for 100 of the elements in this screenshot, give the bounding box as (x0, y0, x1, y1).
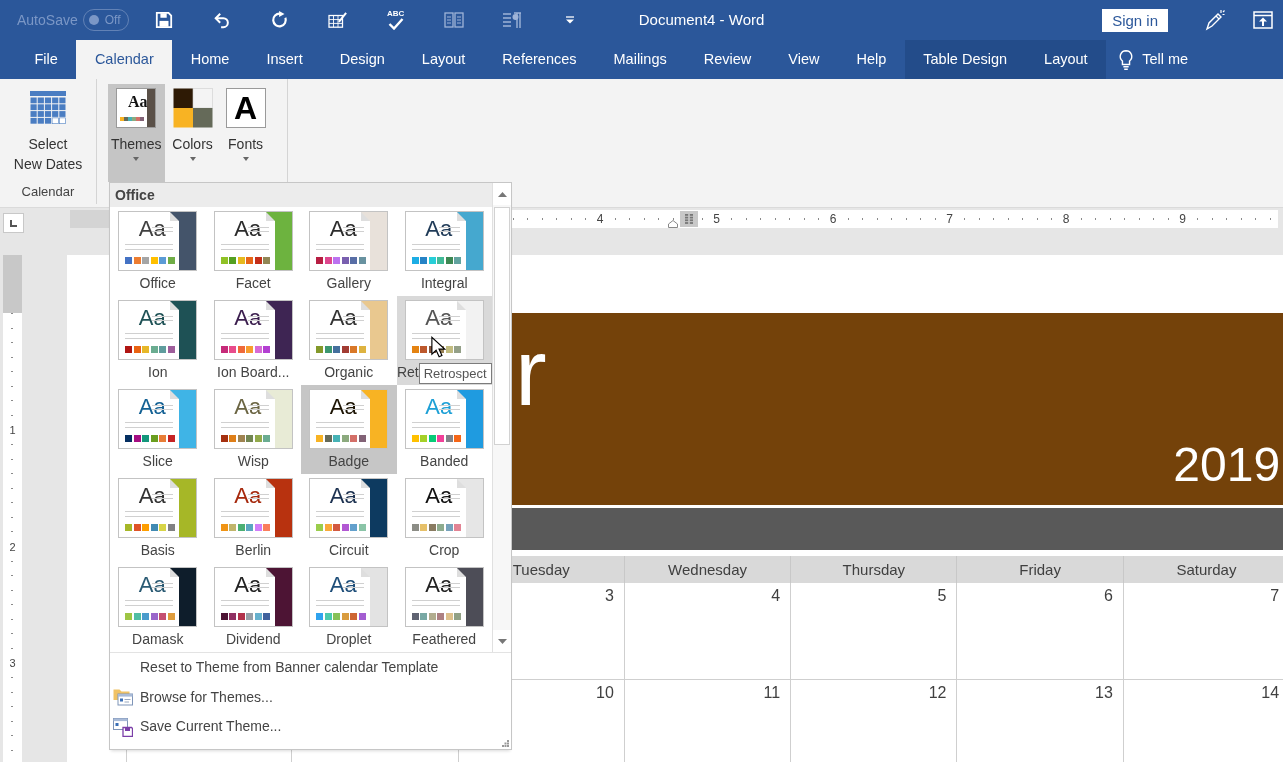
theme-option[interactable]: Aa Banded (396, 385, 492, 474)
ruler-number: 1 (9, 424, 16, 436)
theme-option[interactable]: Aa Office (110, 207, 206, 296)
theme-option[interactable]: Aa Basis (110, 474, 206, 563)
weekday-header: Friday (1019, 560, 1061, 579)
colors-button[interactable]: Colors (167, 84, 218, 182)
fonts-button[interactable]: A Fonts (220, 84, 271, 182)
sample-text: Aa (328, 573, 358, 597)
day-number: 4 (771, 586, 781, 606)
theme-option[interactable]: Aa Badge (301, 385, 397, 474)
sample-text: Aa (233, 306, 263, 330)
window-title: Document4 - Word (638, 9, 765, 30)
ribbon-tab[interactable]: References (483, 40, 595, 79)
theme-option[interactable]: Aa Crop (396, 474, 492, 563)
ribbon-tab[interactable]: Insert (247, 40, 322, 79)
pen-icon[interactable] (1205, 9, 1225, 31)
sample-text: Aa (137, 484, 167, 508)
menu-item[interactable]: Browse for Themes... (110, 682, 511, 712)
select-dates-button[interactable]: Select New Dates (10, 84, 86, 182)
theme-option[interactable]: Aa Gallery (301, 207, 397, 296)
scroll-up-button[interactable] (493, 183, 511, 205)
redo-icon (270, 11, 289, 29)
ruler-number: 3 (9, 657, 16, 669)
themes-button[interactable]: Aa Themes (108, 84, 165, 182)
caret-icon (564, 16, 575, 24)
autosave-label: AutoSave (17, 10, 78, 30)
side-by-side-pages-icon (443, 12, 464, 28)
sample-text: Aa (137, 217, 167, 241)
ribbon-tab[interactable]: Table Design (904, 40, 1026, 79)
theme-option[interactable]: Aa Circuit (301, 474, 397, 563)
theme-option[interactable]: Aa Wisp (205, 385, 301, 474)
save-icon (154, 11, 173, 29)
ribbon-tab[interactable]: Home (172, 40, 248, 79)
mouse-pointer-icon (430, 336, 446, 359)
ribbon-tab[interactable]: Layout (1025, 40, 1107, 79)
ribbon-tab[interactable]: View (769, 40, 838, 79)
theme-option[interactable]: Aa Dividend (205, 563, 301, 652)
theme-option[interactable]: Aa Droplet (301, 563, 397, 652)
weekday-header: Thursday (842, 560, 906, 579)
column-marker-icon (680, 211, 698, 227)
folder-icon (113, 687, 133, 708)
ribbon-tab[interactable]: File (16, 40, 77, 79)
up-arrow-icon (497, 191, 507, 197)
sample-text: Aa (328, 395, 358, 419)
spelling-check-button[interactable]: ABC (377, 4, 414, 36)
theme-option[interactable]: Aa Organic (301, 296, 397, 385)
sample-text: Aa (424, 306, 454, 330)
scrollbar-thumb[interactable] (494, 207, 510, 445)
sample-text: Aa (328, 306, 358, 330)
theme-option[interactable]: Aa Ion (110, 296, 206, 385)
paragraph-icon (501, 11, 522, 29)
sign-in-button[interactable]: Sign in (1102, 8, 1168, 32)
theme-option[interactable]: Aa Integral (396, 207, 492, 296)
ribbon-tab[interactable]: Mailings (595, 40, 686, 79)
ruler-number: 2 (9, 540, 16, 553)
day-number: 3 (605, 586, 614, 606)
sample-text: Aa (233, 484, 263, 508)
theme-option[interactable]: Aa Slice (110, 385, 206, 474)
menu-item[interactable]: Save Current Theme... (110, 712, 511, 742)
theme-option[interactable]: Aa Facet (205, 207, 301, 296)
sample-text: Aa (424, 395, 454, 419)
sample-text: Aa (233, 395, 263, 419)
sample-text: Aa (233, 573, 263, 597)
sample-text: Aa (233, 217, 263, 241)
day-number: 7 (1270, 586, 1280, 606)
day-number: 14 (1261, 683, 1280, 703)
font-preview: A (225, 88, 266, 128)
ribbon-tab[interactable]: Design (321, 40, 404, 79)
save-theme-icon (113, 716, 133, 737)
year-text: 2019 (1173, 441, 1281, 489)
theme-option[interactable]: Aa Ion Board... (205, 296, 301, 385)
undo-icon (212, 11, 231, 29)
menu-item[interactable]: Reset to Theme from Banner calendar Template (110, 653, 511, 683)
ribbon-tab[interactable]: Help (837, 40, 905, 79)
day-number: 6 (1103, 586, 1113, 606)
section-header: Office (110, 183, 492, 207)
day-number: 12 (928, 683, 947, 703)
resize-grip-icon (502, 740, 509, 747)
sample-text: Aa (328, 484, 358, 508)
theme-option[interactable]: Aa Berlin (205, 474, 301, 563)
theme-option[interactable]: Aa Damask (110, 563, 206, 652)
ribbon-tab[interactable]: Review (685, 40, 770, 79)
day-number: 11 (763, 683, 781, 703)
theme-option[interactable]: Aa Feathered (396, 563, 492, 652)
tell-me-button[interactable]: Tell me (1112, 40, 1195, 79)
lightbulb-icon (1118, 48, 1135, 71)
ribbon-tab[interactable]: Layout (403, 40, 484, 79)
ribbon-tab[interactable]: Calendar (76, 40, 173, 79)
sample-text: Aa (424, 484, 454, 508)
sample-text: Aa (424, 573, 454, 597)
day-number: 13 (1095, 683, 1113, 703)
ribbon-display-icon[interactable] (1253, 11, 1273, 29)
month-title: r (515, 325, 547, 420)
sample-text: Aa (137, 573, 167, 597)
theme-preview: Aa (116, 88, 157, 128)
group-label: Calendar (21, 183, 75, 200)
weekday-header: Tuesday (512, 560, 570, 579)
day-number: 10 (596, 683, 614, 703)
calendar-icon (30, 91, 66, 125)
sample-text: Aa (137, 306, 167, 330)
